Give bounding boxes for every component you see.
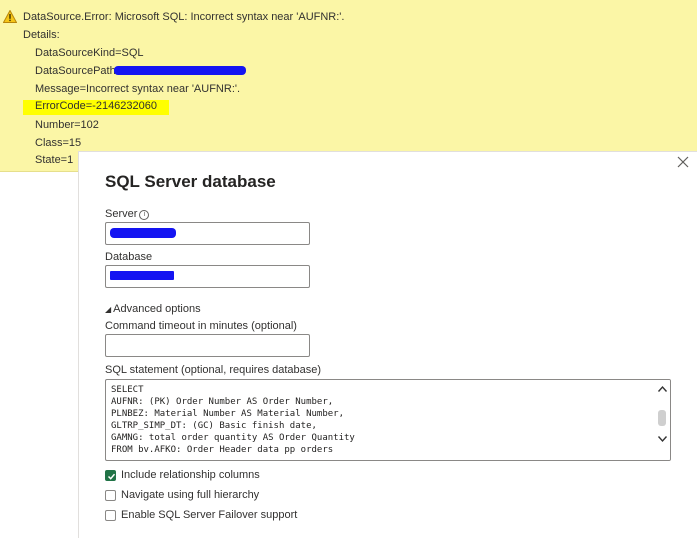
detail-state: State=1 <box>35 154 74 166</box>
sql-line: GLTRP_SIMP_DT: (GC) Basic finish date, <box>111 421 317 431</box>
sql-line: PLNBEZ: Material Number AS Material Numb… <box>111 409 344 419</box>
failover-support-label[interactable]: Enable SQL Server Failover support <box>121 509 297 522</box>
redaction-mark <box>110 228 176 238</box>
navigate-full-hierarchy-label[interactable]: Navigate using full hierarchy <box>121 489 259 502</box>
detail-class: Class=15 <box>35 137 82 149</box>
sql-line: SELECT <box>111 385 144 395</box>
server-label-row: Server i <box>105 208 150 221</box>
timeout-field[interactable] <box>105 334 310 357</box>
failover-support-checkbox[interactable] <box>105 510 116 521</box>
advanced-options-label: Advanced options <box>113 303 201 315</box>
detail-datasource-kind: DataSourceKind=SQL <box>35 47 144 59</box>
redaction-mark <box>114 66 246 75</box>
include-relationship-columns-label[interactable]: Include relationship columns <box>121 469 260 482</box>
scrollbar-thumb[interactable] <box>658 410 666 426</box>
close-icon[interactable] <box>676 155 690 169</box>
info-icon[interactable]: i <box>139 210 150 220</box>
chevron-up-icon[interactable] <box>657 384 668 395</box>
timeout-input[interactable] <box>106 335 309 356</box>
sql-statement-textarea[interactable]: SELECT AUFNR: (PK) Order Number AS Order… <box>105 379 671 461</box>
sql-line: FROM bv.AFKO: Order Header data pp order… <box>111 445 334 455</box>
include-relationship-columns-checkbox[interactable] <box>105 470 116 481</box>
sql-line: AUFNR: (PK) Order Number AS Order Number… <box>111 397 334 407</box>
caret-down-icon: ◢ <box>105 305 112 314</box>
sql-scrollbar[interactable] <box>655 380 670 460</box>
error-details-label: Details: <box>23 29 60 41</box>
chevron-down-icon[interactable] <box>657 433 668 444</box>
detail-number: Number=102 <box>35 119 99 131</box>
detail-datasource-path: DataSourcePath= <box>35 65 123 77</box>
sql-statement-label: SQL statement (optional, requires databa… <box>105 364 322 376</box>
warning-icon <box>3 10 17 23</box>
checkmark-icon <box>107 473 116 480</box>
server-label: Server <box>105 208 138 220</box>
error-code-text: ErrorCode=-2146232060 <box>35 100 158 112</box>
redaction-mark <box>110 271 174 280</box>
timeout-label: Command timeout in minutes (optional) <box>105 320 297 332</box>
detail-error-code: ErrorCode=-2146232060 <box>23 100 170 115</box>
navigate-full-hierarchy-checkbox[interactable] <box>105 490 116 501</box>
dialog-title: SQL Server database <box>105 172 276 191</box>
database-label: Database <box>105 251 153 263</box>
error-title: DataSource.Error: Microsoft SQL: Incorre… <box>23 11 345 23</box>
advanced-options-toggle[interactable]: ◢ Advanced options <box>105 303 201 316</box>
sql-line: GAMNG: total order quantity AS Order Qua… <box>111 433 355 443</box>
detail-message: Message=Incorrect syntax near 'AUFNR:'. <box>35 83 241 95</box>
